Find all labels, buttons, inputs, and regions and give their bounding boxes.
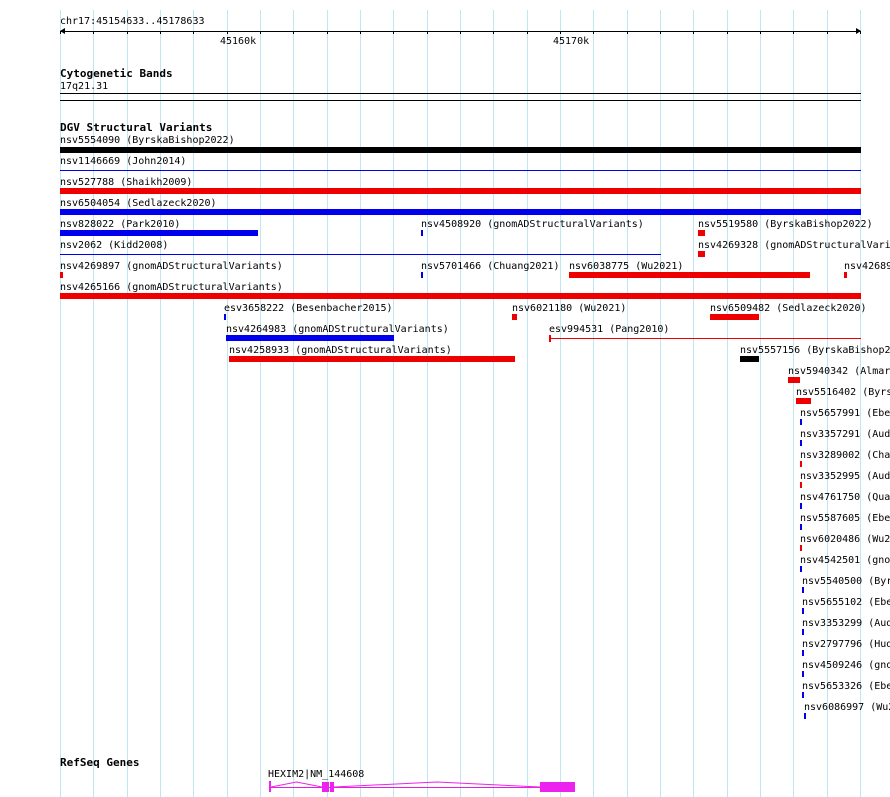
intron-chevron	[333, 781, 541, 788]
intron-chevron	[270, 781, 323, 788]
genome-browser-tracks: chr17:45154633..45178633 45160k 45170k C…	[0, 0, 890, 797]
gene-intron-chevrons	[270, 781, 541, 788]
